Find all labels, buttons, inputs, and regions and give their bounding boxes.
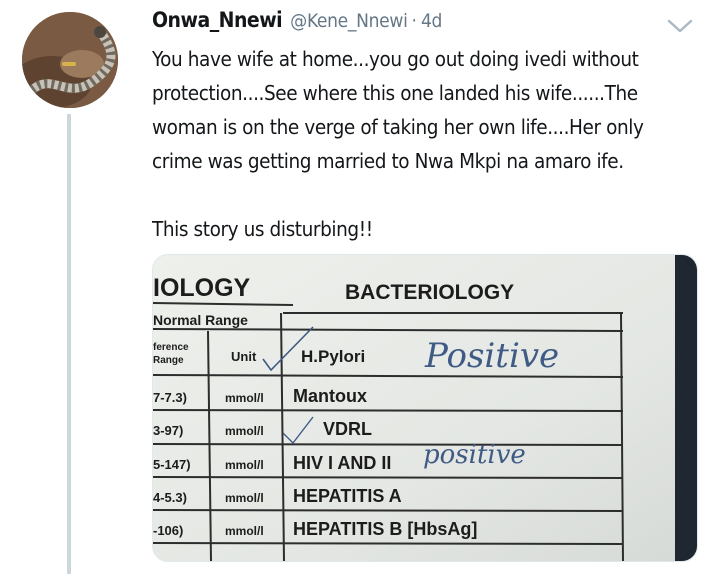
section-title-left: IOLOGY (153, 274, 251, 302)
test-name: HEPATITIS A (293, 486, 402, 506)
tweet-text-line: crime was getting married to Nwa Mkpi na… (152, 149, 624, 173)
chevron-down-icon[interactable] (666, 16, 694, 36)
test-name: Mantoux (293, 386, 367, 406)
display-name[interactable]: Onwa_Nnewi (152, 8, 283, 32)
test-name: HEPATITIS B [HbsAg] (293, 519, 477, 539)
separator-dot: · (411, 10, 417, 32)
normal-range-label: Normal Range (153, 312, 248, 328)
unit-value: mmol/l (225, 391, 264, 405)
tweet-text: You have wife at home...you go out doing… (152, 42, 692, 246)
test-name: HIV I AND II (293, 453, 391, 473)
avatar-image (22, 12, 118, 108)
unit-value: mmol/l (225, 491, 264, 505)
section-title: BACTERIOLOGY (345, 281, 514, 304)
reference-range-label: ference (153, 342, 189, 353)
reference-range-value: 5-147) (153, 457, 191, 472)
test-name: H.Pylori (301, 347, 365, 366)
tweet-text-line: You have wife at home...you go out doing… (152, 47, 639, 71)
reference-range-value: -106) (153, 523, 183, 538)
lab-report-photo: IOLOGY BACTERIOLOGY Normal Range ference… (153, 255, 697, 561)
tweet-text-line: This story us disturbing!! (152, 217, 373, 241)
handwritten-result: positive (423, 440, 526, 470)
reference-range-label: Range (153, 355, 184, 366)
thread-line (67, 114, 71, 574)
unit-value: mmol/l (225, 424, 264, 438)
tweet-text-line: woman is on the verge of taking her own … (152, 115, 644, 139)
tweet-text-line: protection....See where this one landed … (152, 81, 638, 105)
timestamp[interactable]: 4d (421, 10, 442, 32)
user-handle[interactable]: @Kene_Nnewi (290, 10, 408, 32)
unit-value: mmol/l (225, 458, 264, 472)
test-name: VDRL (323, 419, 372, 439)
handwritten-result: Positive (424, 336, 559, 376)
tweet-header: Onwa_Nnewi @Kene_Nnewi · 4d (152, 8, 672, 38)
avatar[interactable] (22, 12, 118, 108)
unit-value: mmol/l (225, 524, 264, 538)
unit-header: Unit (231, 349, 257, 364)
reference-range-value: 3-97) (153, 423, 183, 438)
reference-range-value: 4-5.3) (153, 490, 187, 505)
reference-range-value: 7-7.3) (153, 390, 187, 405)
tweet-photo[interactable]: IOLOGY BACTERIOLOGY Normal Range ference… (152, 254, 698, 562)
